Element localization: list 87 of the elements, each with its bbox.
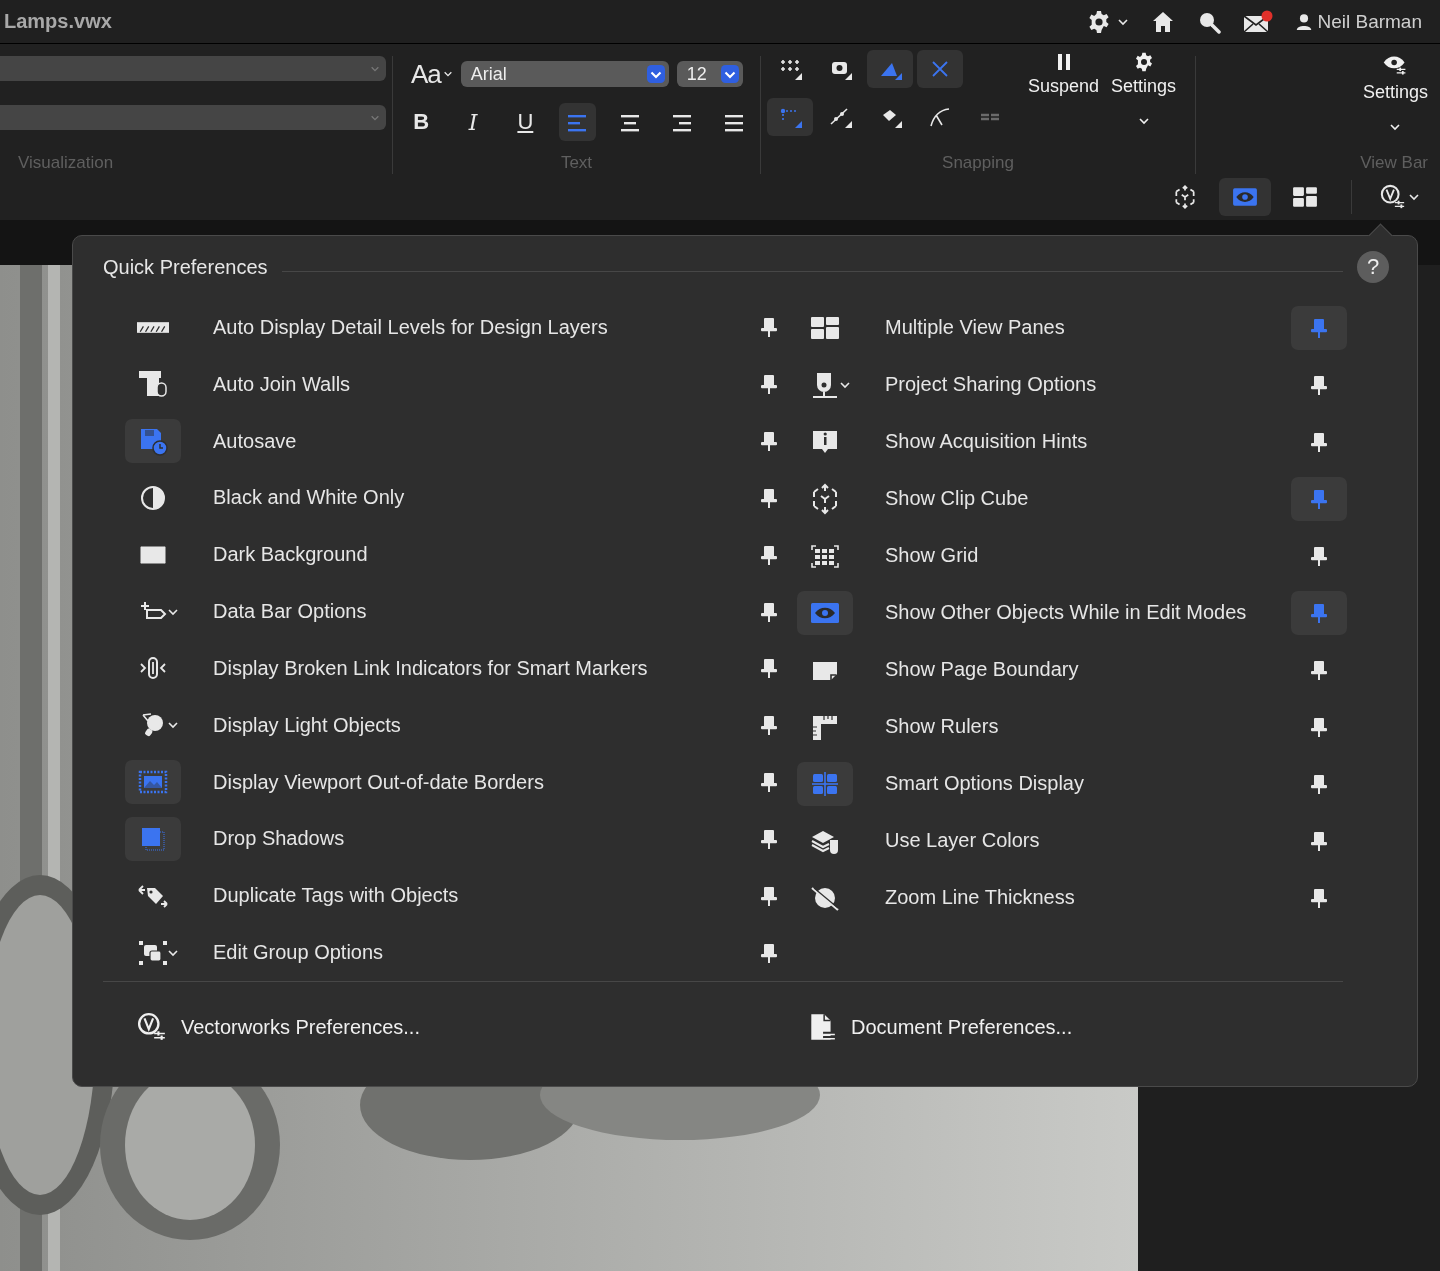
caret-icon <box>646 65 665 83</box>
popover-title: Quick Preferences <box>103 255 268 279</box>
preferences-link[interactable]: Document Preferences... <box>807 1012 1073 1042</box>
pin-icon <box>759 828 779 849</box>
caret-icon <box>1389 121 1402 133</box>
preferences-icon <box>1380 184 1406 210</box>
option-label: Show Page Boundary <box>885 658 1080 681</box>
pin-icon <box>759 658 779 679</box>
pin-icon <box>1309 830 1329 851</box>
underline-button[interactable]: U <box>507 103 544 141</box>
toggle-button[interactable] <box>797 761 853 806</box>
group-label: Text <box>559 152 594 174</box>
window-title: Lamps.vwx <box>4 10 112 33</box>
font-select[interactable]: Arial <box>460 61 669 87</box>
option-label: Display Light Objects <box>213 713 402 737</box>
user-button[interactable]: Neil Barman <box>1295 10 1422 33</box>
person-icon <box>1295 12 1314 31</box>
option-label: Show Clip Cube <box>885 487 1030 510</box>
pin-icon <box>759 885 779 906</box>
pin-icon <box>1309 716 1329 737</box>
toggle-button[interactable] <box>125 419 181 464</box>
pin-icon <box>759 544 779 565</box>
size-select[interactable]: 12 <box>676 61 743 87</box>
option-label: Edit Group Options <box>213 941 385 964</box>
toggle-button[interactable] <box>797 590 853 635</box>
preferences-icon <box>137 1012 167 1042</box>
caret-icon <box>720 65 739 83</box>
pin-icon <box>1309 488 1329 509</box>
settings-icon <box>1133 52 1154 72</box>
pin-icon <box>1309 659 1329 680</box>
option-label: Display Viewport Out-of-date Borders <box>213 770 545 794</box>
pin-icon <box>759 431 779 452</box>
group-label: View Bar <box>1359 152 1429 174</box>
pin-icon <box>1309 545 1329 566</box>
grid-snap-icon <box>778 57 802 81</box>
view-panes-icon <box>1292 184 1318 210</box>
option-label: Black and White Only <box>213 486 406 510</box>
option-label: Duplicate Tags with Objects <box>213 884 460 908</box>
pin-icon <box>759 374 779 395</box>
option-label: Data Bar Options <box>213 600 368 624</box>
toggle-button[interactable] <box>125 816 181 861</box>
pin-icon <box>1309 317 1329 338</box>
option-label: Auto Display Detail Levels for Design Layers <box>213 315 609 339</box>
group-label: Visualization <box>17 152 115 174</box>
preferences-link[interactable]: Vectorworks Preferences... <box>137 1012 807 1042</box>
arc-snap-icon <box>928 105 952 129</box>
clip-cube-icon <box>1172 184 1198 210</box>
settings-button[interactable]: Settings <box>1105 50 1183 136</box>
option-label: Multiple View Panes <box>885 316 1066 339</box>
tangent-snap-icon <box>828 105 852 129</box>
option-label: Show Grid <box>885 544 980 567</box>
option-label: Autosave <box>213 429 298 453</box>
group-label: Snapping <box>941 152 1015 174</box>
caret-icon <box>1408 191 1420 203</box>
font-style-button[interactable]: Aa <box>411 58 453 90</box>
bold-button[interactable]: B <box>403 103 440 141</box>
caret-icon <box>442 69 453 79</box>
toggle-button[interactable] <box>125 760 181 805</box>
option-label: Use Layer Colors <box>885 829 1041 852</box>
pin-icon <box>1309 773 1329 794</box>
pin-icon <box>759 487 779 508</box>
settings-button[interactable] <box>1087 9 1130 34</box>
help-button[interactable]: ? <box>1357 251 1389 283</box>
caret-icon <box>1137 115 1150 127</box>
pin-icon <box>759 715 779 736</box>
option-label: Project Sharing Options <box>885 373 1098 396</box>
suspend-button[interactable]: Suspend <box>1022 50 1106 136</box>
option-label: Zoom Line Thickness <box>885 886 1076 909</box>
option-label: Display Broken Link Indicators for Smart Markers <box>213 656 649 680</box>
pin-icon <box>759 601 779 622</box>
hatch-icon <box>137 321 169 333</box>
pin-icon <box>1309 887 1329 908</box>
option-label: Drop Shadows <box>213 827 346 851</box>
pin-icon <box>1309 374 1329 395</box>
pin-icon <box>1309 602 1329 623</box>
option-label: Auto Join Walls <box>213 372 352 396</box>
option-label: Show Rulers <box>885 715 1000 738</box>
italic-button[interactable]: I <box>455 103 492 141</box>
option-label: Dark Background <box>213 543 369 567</box>
option-label: Show Acquisition Hints <box>885 430 1089 453</box>
settings-button[interactable]: Settings <box>1356 50 1434 136</box>
option-label: Show Other Objects While in Edit Modes <box>885 601 1248 624</box>
pin-icon <box>759 772 779 793</box>
pin-icon <box>1309 431 1329 452</box>
option-label: Smart Options Display <box>885 772 1085 795</box>
pin-icon <box>759 317 779 338</box>
pin-icon <box>759 942 779 963</box>
